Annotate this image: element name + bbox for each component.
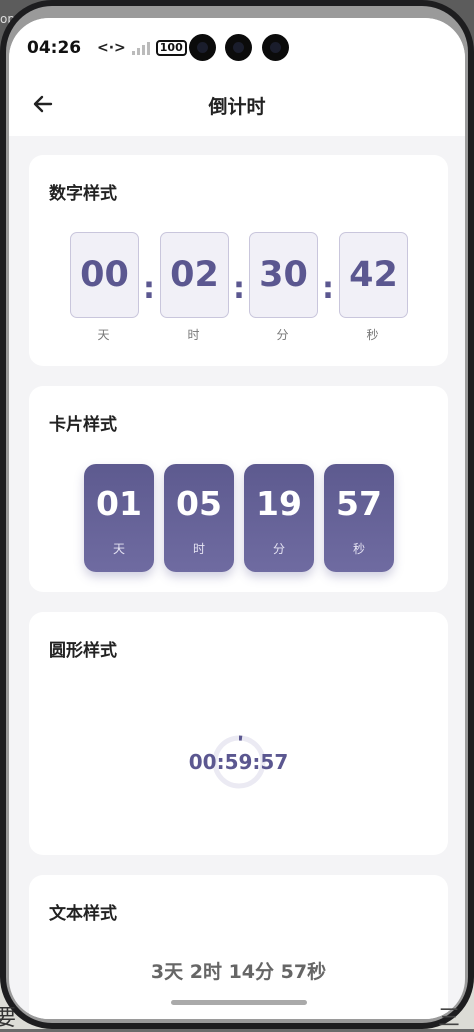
circle-style-title: 圆形样式 [49, 636, 117, 661]
status-icons: <·> 100 [97, 40, 187, 56]
flip-card-seconds: 57 秒 [324, 464, 394, 572]
digit-days-unit: 天 [70, 326, 137, 343]
text-style-card: 文本样式 3天 2时 14分 57秒 [29, 875, 448, 1019]
digit-seconds-box: 42 [339, 232, 408, 318]
circle-style-card: 圆形样式 00:59:57 [29, 612, 448, 855]
flip-card-value: 19 [244, 484, 314, 523]
status-time: 04:26 [27, 38, 81, 58]
digit-hours-unit: 时 [160, 326, 227, 343]
text-style-title: 文本样式 [49, 899, 117, 924]
digit-hours-box: 02 [160, 232, 229, 318]
digit-days-box: 00 [70, 232, 139, 318]
digit-minutes-box: 30 [249, 232, 318, 318]
home-indicator[interactable] [171, 1000, 307, 1005]
flip-card-hours: 05 时 [164, 464, 234, 572]
background-char: 三 [438, 1000, 460, 1032]
nav-header: 倒计时 [9, 80, 465, 136]
card-style-title: 卡片样式 [49, 410, 117, 435]
phone-frame: 04:26 <·> 100 倒计时 数字样式 00 : 02 : [0, 0, 474, 1029]
flip-card-value: 57 [324, 484, 394, 523]
digit-seconds-unit: 秒 [339, 326, 406, 343]
camera-lens-icon [262, 34, 289, 61]
screen: 04:26 <·> 100 倒计时 数字样式 00 : 02 : [9, 18, 465, 1019]
signal-icon [132, 41, 150, 55]
circle-time: 00:59:57 [29, 750, 448, 774]
status-bar: 04:26 <·> 100 [9, 18, 465, 80]
flip-card-minutes: 19 分 [244, 464, 314, 572]
digit-minutes-unit: 分 [249, 326, 316, 343]
flip-card-unit: 分 [244, 540, 314, 557]
flip-card-value: 01 [84, 484, 154, 523]
flip-card-days: 01 天 [84, 464, 154, 572]
digit-style-card: 数字样式 00 : 02 : 30 : 42 天 时 分 秒 [29, 155, 448, 366]
camera-lens-icon [225, 34, 252, 61]
battery-icon: 100 [156, 40, 187, 56]
flip-card-value: 05 [164, 484, 234, 523]
flip-card-unit: 天 [84, 540, 154, 557]
digit-style-title: 数字样式 [49, 179, 117, 204]
background-char: 要 [0, 1000, 16, 1032]
text-countdown: 3天 2时 14分 57秒 [29, 957, 448, 984]
code-arrows-icon: <·> [97, 40, 126, 56]
camera-lens-icon [189, 34, 216, 61]
page-title: 倒计时 [9, 92, 465, 119]
digit-separator: : [143, 271, 155, 306]
card-style-card: 卡片样式 01 天 05 时 19 分 57 秒 [29, 386, 448, 592]
flip-card-unit: 时 [164, 540, 234, 557]
digit-separator: : [322, 271, 334, 306]
digit-separator: : [233, 271, 245, 306]
flip-card-unit: 秒 [324, 540, 394, 557]
